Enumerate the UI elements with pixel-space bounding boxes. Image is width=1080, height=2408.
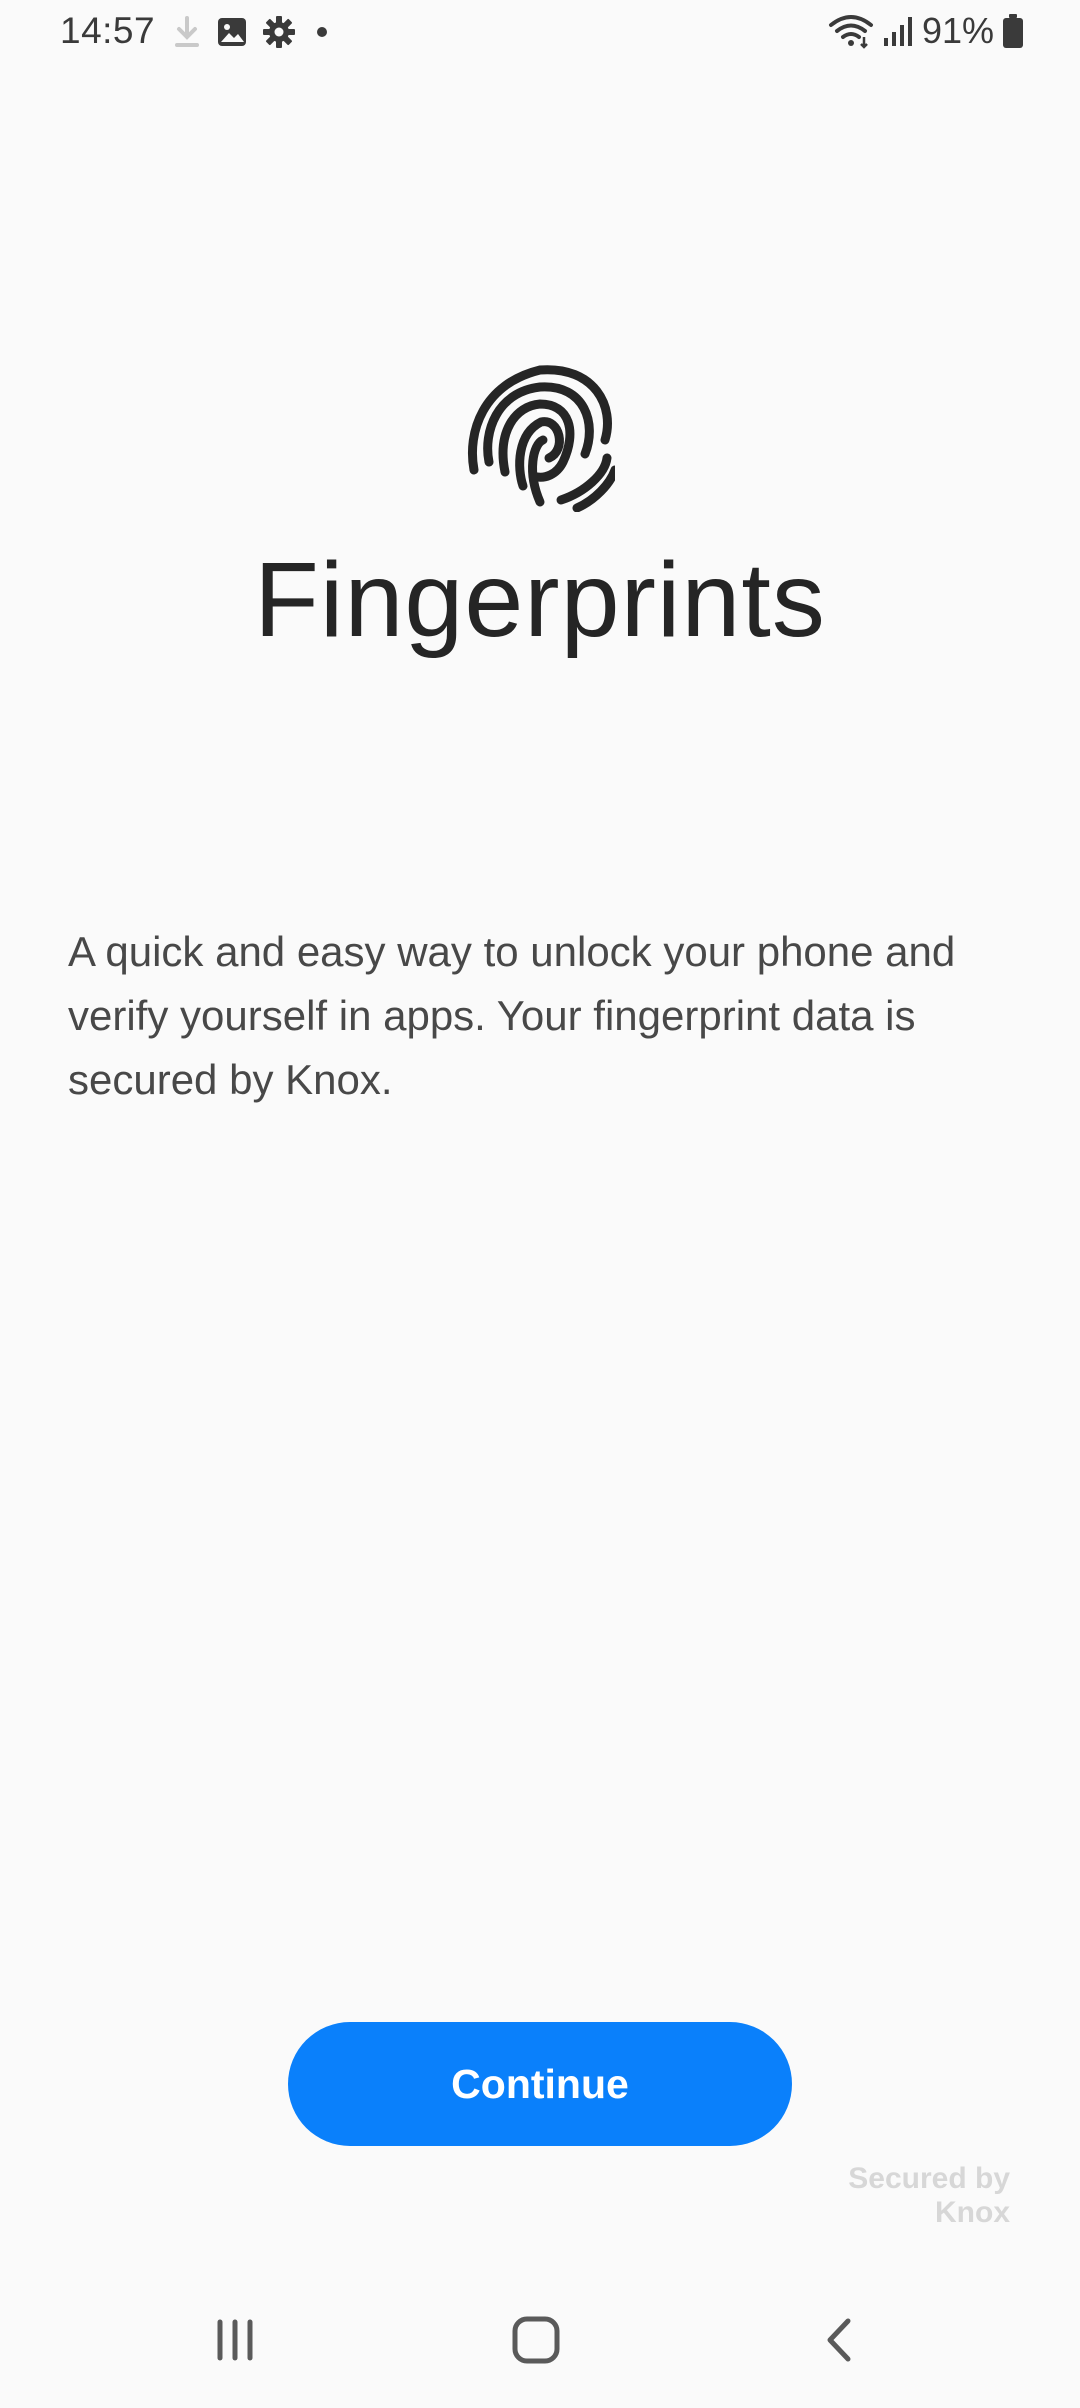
- status-bar: 14:57 91%: [0, 0, 1080, 64]
- status-time: 14:57: [60, 10, 156, 51]
- back-icon[interactable]: [800, 2310, 880, 2370]
- recents-icon[interactable]: [195, 2310, 275, 2370]
- status-notification-icons: [172, 14, 334, 50]
- knox-badge: Secured by Knox: [848, 2162, 1010, 2230]
- image-icon: [216, 16, 248, 48]
- fingerprint-icon: [465, 362, 620, 513]
- battery-icon: [1002, 13, 1024, 49]
- navigation-bar: [0, 2270, 1080, 2408]
- description-text: A quick and easy way to unlock your phon…: [68, 928, 956, 1103]
- signal-icon: [882, 14, 914, 48]
- home-icon[interactable]: [496, 2310, 576, 2370]
- dot-icon: [310, 20, 334, 44]
- download-icon: [172, 14, 202, 50]
- wifi-icon: [828, 13, 874, 49]
- page-title: Fingerprints: [254, 541, 826, 659]
- knox-badge-line2: Knox: [935, 2196, 1010, 2229]
- battery-percent: 91%: [921, 10, 994, 51]
- status-system-icons: 91%: [828, 10, 1024, 52]
- knox-badge-line1: Secured by: [848, 2162, 1010, 2195]
- settings-icon: [262, 15, 296, 49]
- continue-button[interactable]: Continue: [288, 2022, 792, 2146]
